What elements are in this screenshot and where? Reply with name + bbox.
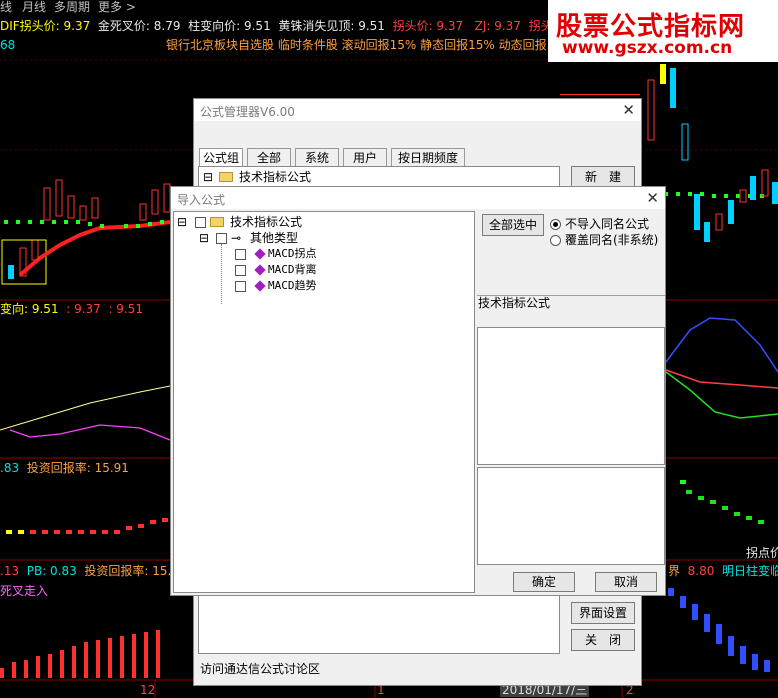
- sub3-roi: 投资回报率: 15.9: [84, 564, 179, 578]
- formula-icon: [254, 280, 266, 292]
- sub3-pb: PB: 0.83: [26, 564, 77, 578]
- info-title: 技术指标公式: [478, 296, 551, 310]
- close-button[interactable]: 关 闭: [571, 629, 635, 651]
- import-dialog-title: 导入公式: [177, 193, 226, 207]
- bar-change-price: 柱变向价: 9.51: [188, 19, 271, 33]
- collapse-icon[interactable]: ⊟: [177, 215, 187, 229]
- import-tree-group: 其他类型: [250, 231, 299, 245]
- sub3-right-b: 8.80: [687, 564, 715, 578]
- radio-skip-same-name[interactable]: [550, 219, 561, 230]
- info-detail-panel: [477, 467, 665, 565]
- tab-formula-group[interactable]: 公式组: [199, 148, 243, 166]
- ok-button[interactable]: 确定: [513, 572, 575, 592]
- sub1-val2: : 9.51: [108, 302, 144, 316]
- indicator-line-purple: [9, 424, 171, 441]
- sub4-label: 死叉走入: [0, 584, 49, 598]
- axis-label-12: 12: [140, 683, 156, 697]
- sub1-change: 变向: 9.51: [0, 302, 59, 316]
- import-tree-panel: ⊟ 技术指标公式 ⊟ ⊸ 其他类型 MACD拐点 MACD背离 MACD趋势: [173, 211, 475, 593]
- indicator-line-green: [665, 371, 778, 419]
- checkbox-macd-trend[interactable]: [235, 281, 246, 292]
- select-all-button[interactable]: 全部选中: [482, 214, 544, 236]
- sub3-value: .13: [0, 564, 20, 578]
- item-macd-trend[interactable]: MACD趋势: [268, 279, 317, 293]
- radio-overwrite[interactable]: [550, 235, 561, 246]
- turn-price: 拐头价: 9.37: [392, 19, 464, 33]
- tab-month[interactable]: 月线: [22, 0, 46, 14]
- key-icon: ⊸: [231, 231, 242, 245]
- watermark-logo: 股票公式指标网 www.gszx.com.cn: [548, 0, 778, 62]
- indicator-line-blue: [665, 317, 778, 373]
- sub2-value: .83: [0, 461, 20, 475]
- sub2-label: .83 投资回报率: 15.91: [0, 461, 129, 475]
- tab-more[interactable]: 更多 >: [98, 0, 136, 14]
- import-formula-dialog: 导入公式 ✕ ⊟ 技术指标公式 ⊟ ⊸ 其他类型 MACD拐点 MACD背离 M…: [170, 186, 666, 596]
- tree-connector: [221, 244, 223, 304]
- sub1-label: 变向: 9.51 : 9.37 : 9.51: [0, 302, 143, 316]
- cancel-button[interactable]: 取消: [595, 572, 657, 592]
- item-macd-divergence[interactable]: MACD背离: [268, 263, 317, 277]
- forum-link[interactable]: 访问通达信公式讨论区: [200, 662, 320, 676]
- sub1-val1: : 9.37: [66, 302, 101, 316]
- formula-icon: [254, 264, 266, 276]
- price-level-label: 68: [0, 38, 16, 52]
- collapse-icon[interactable]: ⊟: [199, 231, 209, 245]
- item-macd-turn[interactable]: MACD拐点: [268, 247, 317, 261]
- golden-cross-price: 金死叉价: 8.79: [97, 19, 181, 33]
- checkbox-macd-turn[interactable]: [235, 249, 246, 260]
- checkbox-group[interactable]: [216, 233, 227, 244]
- sub3-label: .13 PB: 0.83 投资回报率: 15.9: [0, 564, 179, 578]
- tab-week[interactable]: 线: [0, 0, 12, 14]
- trend-line-red: [18, 220, 171, 277]
- formula-tabs: 公式组 全部 系统 用户 按日期频度: [199, 148, 559, 166]
- turn-point-note: 拐点价: [746, 546, 778, 560]
- sub3-right-c: 明日柱变临界: [722, 564, 778, 578]
- collapse-icon[interactable]: ⊟: [203, 170, 213, 184]
- checkbox-macd-divergence[interactable]: [235, 265, 246, 276]
- tab-multi-period[interactable]: 多周期: [54, 0, 90, 14]
- dif-turn-price: DIF拐头价: 9.37: [0, 19, 91, 33]
- new-button[interactable]: 新 建: [571, 166, 635, 188]
- tab-all[interactable]: 全部: [247, 148, 291, 166]
- import-dialog-titlebar[interactable]: 导入公式 ✕: [171, 187, 665, 209]
- radio-overwrite-label: 覆盖同名(非系统): [565, 233, 659, 247]
- ui-settings-button[interactable]: 界面设置: [571, 602, 635, 624]
- sub2-roi: 投资回报率: 15.91: [26, 461, 129, 475]
- tab-date-frequency[interactable]: 按日期频度: [391, 148, 465, 166]
- stock-tags-line: 银行北京板块自选股 临时条件股 滚动回报15% 静态回报15% 动态回报15: [166, 38, 562, 52]
- formula-tree-root[interactable]: 技术指标公式: [239, 170, 311, 184]
- tab-system[interactable]: 系统: [295, 148, 339, 166]
- formula-icon: [254, 248, 266, 260]
- close-icon[interactable]: ✕: [646, 189, 659, 207]
- radio-skip-label: 不导入同名公式: [565, 217, 650, 231]
- sub3-right-label: 界 8.80 明日柱变临界: [668, 564, 778, 578]
- import-tree-root: 技术指标公式: [230, 215, 303, 229]
- zj-price: ZJ: 9.37: [474, 19, 521, 33]
- close-icon[interactable]: ✕: [622, 101, 635, 119]
- formula-manager-titlebar[interactable]: 公式管理器V6.00 ✕: [194, 99, 641, 121]
- tab-user[interactable]: 用户: [343, 148, 387, 166]
- sub3-right-a: 界: [668, 564, 681, 578]
- folder-icon: [210, 217, 224, 227]
- checkbox-root[interactable]: [195, 217, 206, 228]
- price-indicator-line: DIF拐头价: 9.37 金死叉价: 8.79 柱变向价: 9.51 黄铢消失见…: [0, 19, 599, 33]
- folder-icon: [219, 172, 233, 182]
- formula-manager-title: 公式管理器V6.00: [200, 105, 295, 119]
- info-description-panel: [477, 327, 665, 465]
- yellow-top-price: 黄铢消失见顶: 9.51: [278, 19, 385, 33]
- watermark-url: www.gszx.com.cn: [562, 38, 733, 58]
